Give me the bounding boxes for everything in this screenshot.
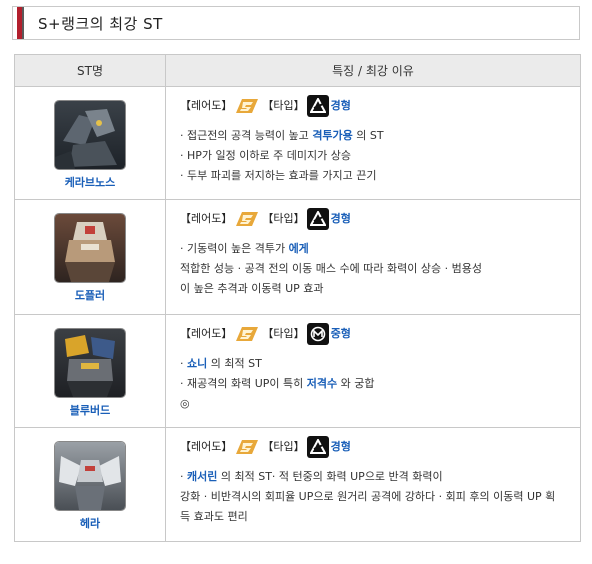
feature-line: · 재공격의 화력 UP이 특히 저격수 와 궁합 [180, 377, 375, 390]
highlight-link[interactable]: 격투가용 [312, 129, 352, 142]
table-row: 블루버드 【레어도】 【타입】 중형 · 쇼니 의 최적 ST · 재공격의 화… [14, 314, 581, 428]
highlight-link[interactable]: 에게 [289, 242, 309, 255]
feature-line: 이 높은 추격과 이동력 UP 효과 [180, 282, 324, 295]
type-value: 경형 [330, 212, 351, 225]
st-name-link[interactable]: 도플러 [16, 287, 164, 303]
st-name-link[interactable]: 케라브노스 [16, 174, 164, 190]
rarity-label: 【레어도】 [180, 212, 233, 225]
feature-cell: 【레어도】 【타입】 경형 · 접근전의 공격 능력이 높고 격투가용 의 ST… [165, 86, 581, 200]
st-cell: 도플러 [14, 199, 166, 315]
feature-line: 적합한 성능 · 공격 전의 이동 매스 수에 따라 화력이 상승 · 범용성 [180, 262, 482, 275]
feature-line: · 쇼니 의 최적 ST [180, 357, 262, 370]
highlight-link[interactable]: 저격수 [307, 377, 337, 390]
feature-line: 강화 · 비반격시의 회피율 UP으로 원거리 공격에 강하다 · 회피 후의 … [180, 490, 556, 503]
st-portrait-image [54, 441, 126, 511]
feature-line: · 접근전의 공격 능력이 높고 격투가용 의 ST [180, 129, 384, 142]
st-portrait-image [54, 100, 126, 170]
st-name-link[interactable]: 블루버드 [16, 402, 164, 418]
light-type-icon [306, 208, 329, 230]
st-ranking-table: ST명 특징 / 최강 이유 케라브노스 【레어도】 【타입】 경형 · 접근전… [14, 54, 581, 542]
st-portrait-image [54, 213, 126, 283]
feature-line: · 캐서린 의 최적 ST· 적 턴중의 화력 UP으로 반격 화력이 [180, 470, 443, 483]
table-row: 도플러 【레어도】 【타입】 경형 · 기동력이 높은 격투가 에게 적합한 성… [14, 199, 581, 315]
type-value: 경형 [330, 440, 351, 453]
attribute-line: 【레어도】 【타입】 중형 [180, 322, 580, 346]
feature-cell: 【레어도】 【타입】 경형 · 기동력이 높은 격투가 에게 적합한 성능 · … [165, 199, 581, 315]
section-title: S+랭크의 최강 ST [38, 14, 163, 33]
type-label-tag: 【타입】 [262, 212, 305, 225]
title-accent-mark [17, 7, 24, 39]
highlight-link[interactable]: 캐서린 [187, 470, 217, 483]
medium-type-icon [306, 323, 329, 345]
type-label-tag: 【타입】 [262, 99, 305, 112]
rarity-label: 【레어도】 [180, 327, 233, 340]
feature-line: · HP가 일정 이하로 주 데미지가 상승 [180, 149, 351, 162]
attribute-line: 【레어도】 【타입】 경형 [180, 94, 580, 118]
type-label-tag: 【타입】 [262, 440, 305, 453]
rarity-label: 【레어도】 [180, 99, 233, 112]
st-cell: 블루버드 [14, 314, 166, 428]
highlight-link[interactable]: 쇼니 [187, 357, 207, 370]
feature-cell: 【레어도】 【타입】 중형 · 쇼니 의 최적 ST · 재공격의 화력 UP이… [165, 314, 581, 428]
feature-line: · 두부 파괴를 저지하는 효과를 가지고 끈기 [180, 169, 377, 182]
light-type-icon [306, 436, 329, 458]
attribute-line: 【레어도】 【타입】 경형 [180, 435, 580, 459]
rarity-splus-icon [236, 327, 259, 341]
type-value: 중형 [330, 327, 351, 340]
rarity-splus-icon [236, 99, 259, 113]
table-header-row: ST명 특징 / 최강 이유 [14, 54, 581, 87]
feature-line: 득 효과도 편리 [180, 510, 248, 523]
feature-cell: 【레어도】 【타입】 경형 · 캐서린 의 최적 ST· 적 턴중의 화력 UP… [165, 427, 581, 542]
section-title-bar: S+랭크의 최강 ST [12, 6, 580, 40]
type-label-tag: 【타입】 [262, 327, 305, 340]
st-portrait-image [54, 328, 126, 398]
feature-line: ◎ [180, 397, 190, 410]
attribute-line: 【레어도】 【타입】 경형 [180, 207, 580, 231]
type-value: 경형 [330, 99, 351, 112]
rarity-label: 【레어도】 [180, 440, 233, 453]
st-name-link[interactable]: 헤라 [16, 515, 164, 531]
table-row: 헤라 【레어도】 【타입】 경형 · 캐서린 의 최적 ST· 적 턴중의 화력… [14, 427, 581, 542]
st-cell: 헤라 [14, 427, 166, 542]
rarity-splus-icon [236, 440, 259, 454]
header-features: 특징 / 최강 이유 [165, 54, 581, 87]
rarity-splus-icon [236, 212, 259, 226]
st-cell: 케라브노스 [14, 86, 166, 200]
table-row: 케라브노스 【레어도】 【타입】 경형 · 접근전의 공격 능력이 높고 격투가… [14, 86, 581, 200]
light-type-icon [306, 95, 329, 117]
feature-line: · 기동력이 높은 격투가 에게 [180, 242, 309, 255]
header-st-name: ST명 [14, 54, 166, 87]
